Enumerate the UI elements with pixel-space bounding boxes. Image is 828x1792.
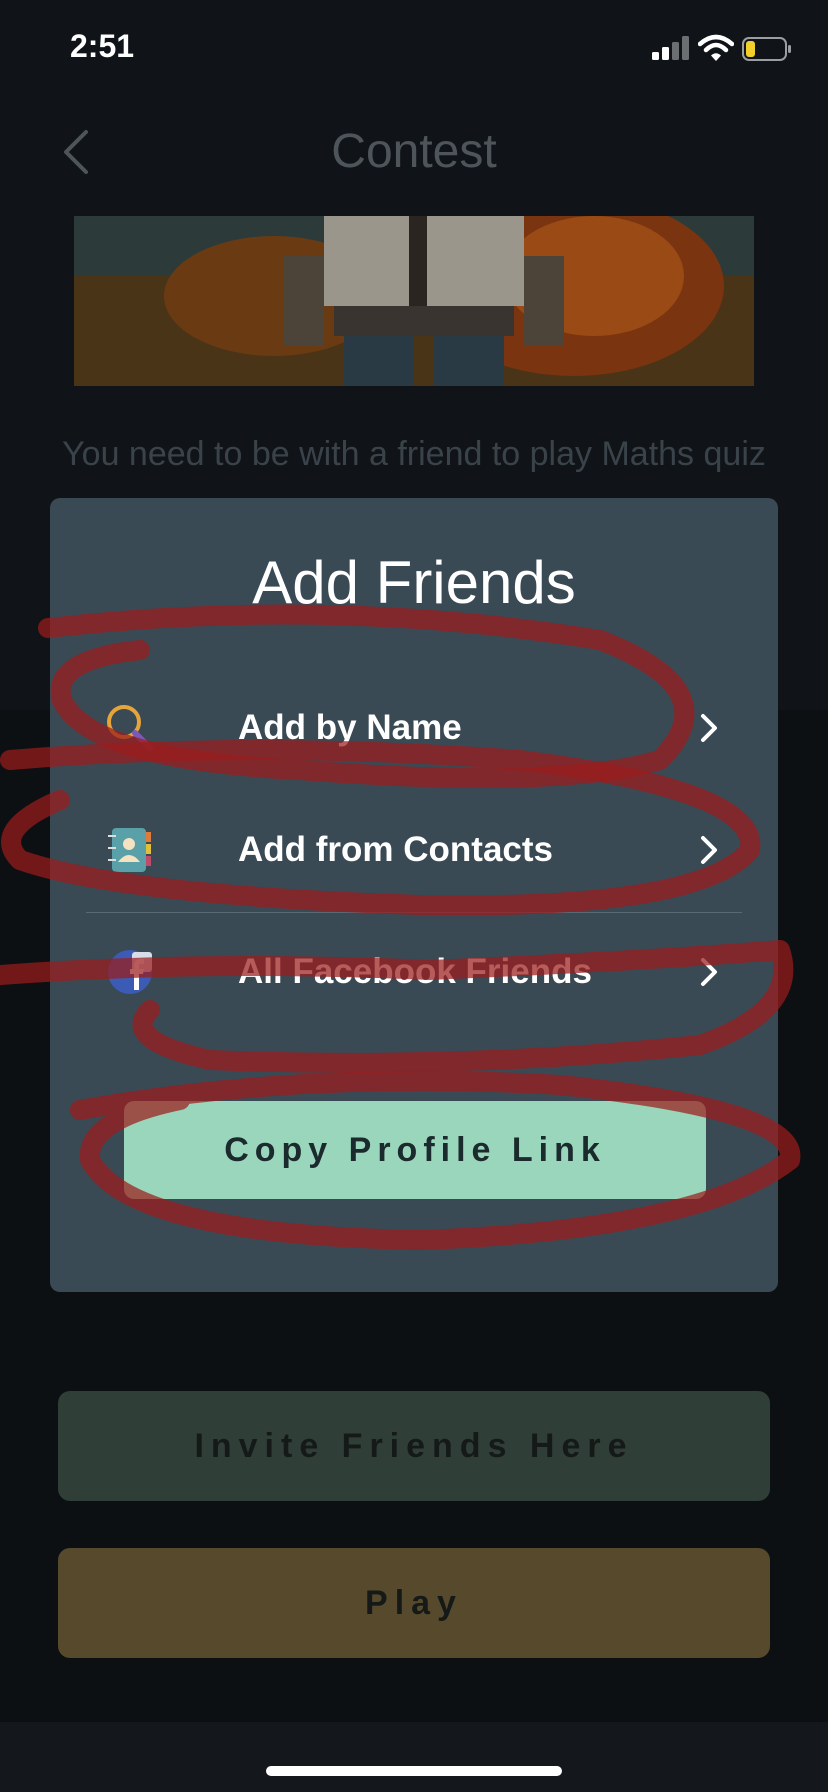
copy-profile-link-button[interactable]: Copy Profile Link	[124, 1101, 706, 1199]
add-from-contacts-label: Add from Contacts	[238, 830, 553, 869]
home-indicator[interactable]	[266, 1766, 562, 1776]
invite-friends-button[interactable]: Invite Friends Here	[58, 1391, 770, 1501]
home-bar-area	[0, 1722, 828, 1792]
contest-instructions: You need to be with a friend to play Mat…	[62, 435, 766, 473]
add-by-name-label: Add by Name	[238, 708, 462, 747]
facebook-icon	[98, 940, 162, 1004]
search-icon	[98, 696, 162, 760]
add-by-name-option[interactable]: Add by Name	[86, 678, 742, 778]
contest-banner-image	[74, 216, 754, 386]
dialog-title: Add Friends	[252, 549, 576, 616]
cellular-signal-icon	[652, 36, 689, 60]
wifi-icon	[698, 34, 734, 61]
chevron-right-icon	[701, 958, 717, 986]
contacts-book-icon	[98, 818, 162, 882]
status-time: 2:51	[70, 28, 135, 64]
all-facebook-friends-option[interactable]: All Facebook Friends	[86, 922, 742, 1022]
chevron-right-icon	[701, 836, 717, 864]
add-from-contacts-option[interactable]: Add from Contacts	[86, 800, 742, 900]
chevron-right-icon	[701, 714, 717, 742]
battery-icon	[742, 37, 791, 61]
all-facebook-friends-label: All Facebook Friends	[238, 952, 592, 991]
options-divider	[86, 912, 742, 913]
play-button[interactable]: Play	[58, 1548, 770, 1658]
page-title: Contest	[331, 125, 497, 178]
add-friends-dialog: Add Friends Add by Name Add from Contact…	[50, 498, 778, 1292]
